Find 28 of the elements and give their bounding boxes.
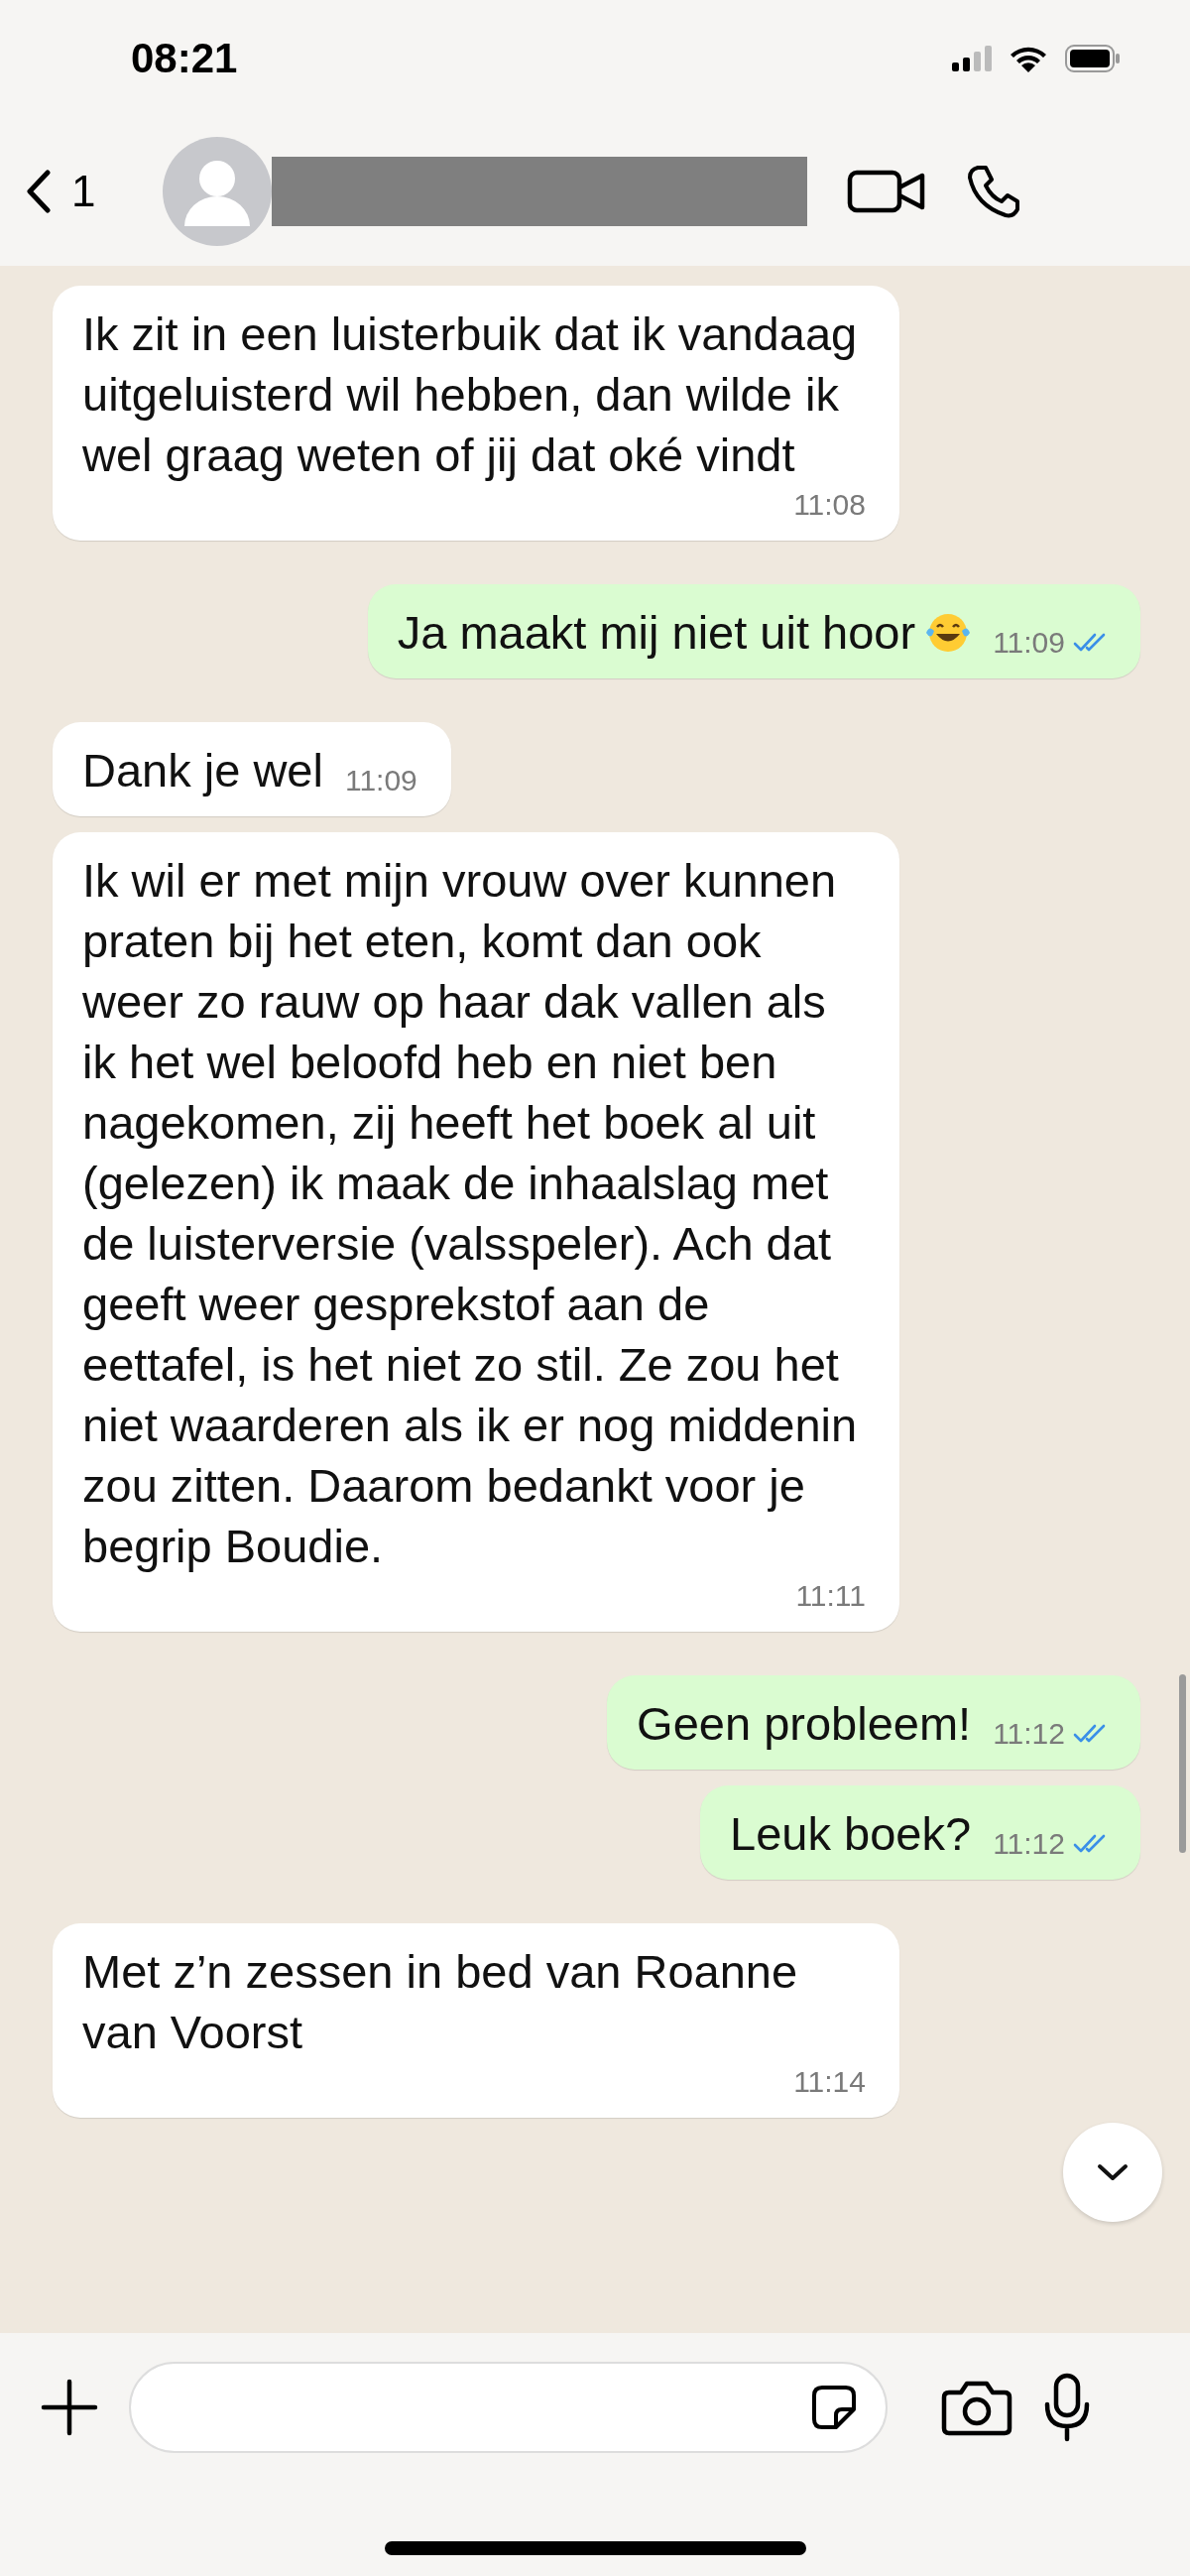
message-text: Dank je wel: [82, 743, 323, 798]
video-call-icon[interactable]: [847, 168, 927, 215]
wifi-icon: [1010, 45, 1047, 72]
message-text: Ik zit in een luisterbuik dat ik vandaag uitgeluisterd wil hebben, dan wilde ik wel graag weten of jij dat oké vindt: [82, 307, 859, 483]
message-text: Geen probleem!: [637, 1696, 972, 1752]
microphone-icon[interactable]: [1042, 2373, 1092, 2442]
message-text: Leuk boek?: [730, 1806, 972, 1862]
camera-icon[interactable]: [941, 2379, 1012, 2436]
signal-icon: [952, 46, 992, 71]
message-time: 11:12: [993, 1826, 1065, 1862]
message-text: Ik wil er met mijn vrouw over kunnen praten bij het eten, komt dan ook weer zo rauw op haar dak vallen als ik het wel beloofd heb en niet ben nagekomen, zij heeft het boek al uit (gelezen) ik maak de inhaalslag met de luisterversie (valsspeler). Ach dat geeft weer gesprekstof aan de eettafel, is het niet zo stil. Ze zou het niet waarderen als ik er nog middenin zou zitten. Daarom bedankt voor je begrip Boudie.: [82, 853, 859, 1574]
message-time: 11:12: [993, 1716, 1065, 1752]
message-text: Ja maakt mij niet uit hoor: [397, 605, 916, 661]
unread-count: 1: [71, 167, 96, 216]
message-time: 11:09: [993, 625, 1065, 661]
message-text: Met z’n zessen in bed van Roanne van Voorst: [82, 1944, 799, 2060]
plus-icon[interactable]: [40, 2378, 99, 2437]
phone-icon[interactable]: [966, 164, 1022, 219]
message-time: 11:11: [795, 1578, 866, 1614]
status-time: 08:21: [131, 35, 238, 82]
back-chevron-icon: [26, 170, 52, 213]
message-time: 11:14: [793, 2064, 866, 2100]
chevron-down-icon: [1096, 2161, 1130, 2183]
sticker-icon[interactable]: [810, 2384, 858, 2431]
message-time: 11:09: [344, 763, 417, 798]
back-button[interactable]: 1: [26, 167, 96, 216]
battery-icon: [1065, 45, 1121, 72]
message-time: 11:08: [793, 487, 866, 523]
